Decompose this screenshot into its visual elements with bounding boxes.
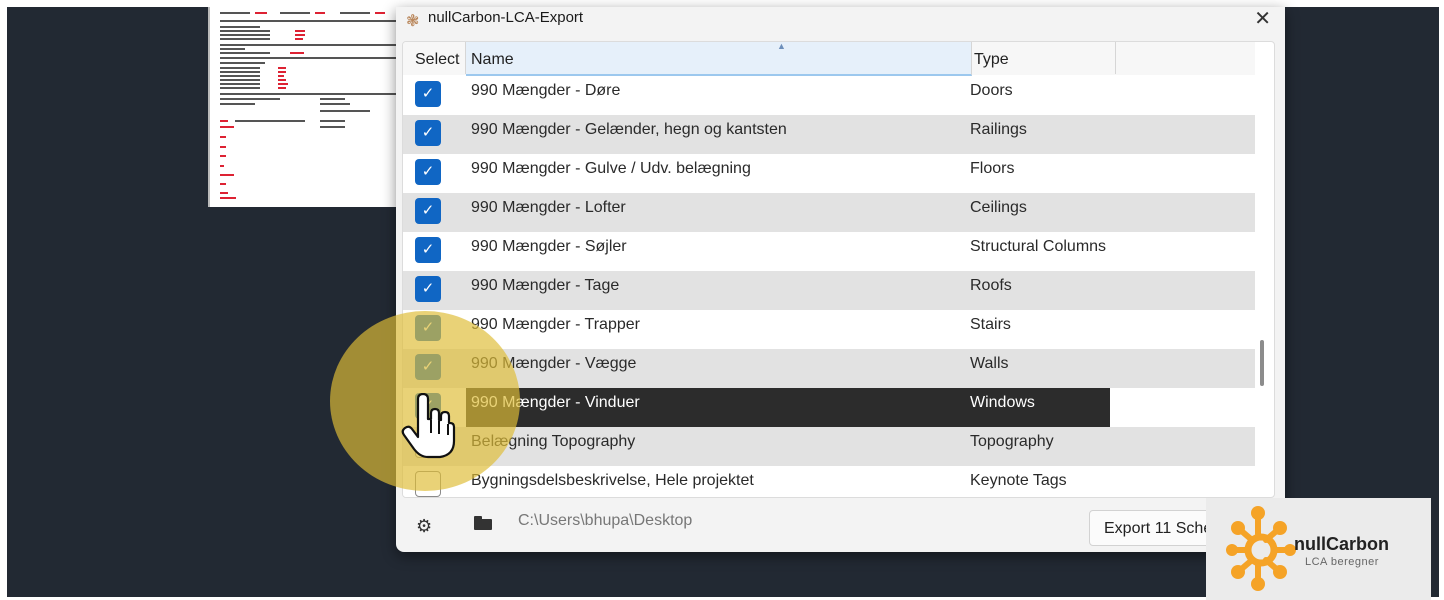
select-checkbox[interactable]: ✓ xyxy=(415,198,441,224)
table-row[interactable]: ✓ 990 Mængder - Gelænder, hegn og kantst… xyxy=(403,115,1255,154)
background-document-thumbnail xyxy=(208,7,400,207)
select-checkbox[interactable]: ✓ xyxy=(415,276,441,302)
select-checkbox[interactable]: ✓ xyxy=(415,81,441,107)
schedule-type: Ceilings xyxy=(970,199,1027,216)
schedule-name: Belægning Topography xyxy=(471,433,636,450)
schedules-table: Select ▲ Name Type ✓ 990 Mængder - Døre … xyxy=(402,41,1275,498)
schedule-type: Topography xyxy=(970,433,1054,450)
export-dialog: ❃ nullCarbon-LCA-Export ✕ Select ▲ Name … xyxy=(396,7,1285,552)
schedule-name: 990 Mængder - Tage xyxy=(471,277,620,294)
column-header-name-label: Name xyxy=(471,51,514,68)
title-bar: ❃ nullCarbon-LCA-Export ✕ xyxy=(396,7,1285,41)
schedule-type: Structural Columns xyxy=(970,238,1107,255)
table-row[interactable]: ✓ 990 Mængder - Søjler Structural Column… xyxy=(403,232,1255,271)
folder-icon[interactable] xyxy=(474,516,492,530)
table-row[interactable]: ✓ 990 Mængder - Døre Doors xyxy=(403,76,1255,115)
brand-tagline: LCA beregner xyxy=(1305,556,1379,568)
column-header-type[interactable]: Type xyxy=(969,42,1116,74)
select-checkbox[interactable] xyxy=(415,432,441,458)
folder-icon-body xyxy=(474,519,492,530)
table-row[interactable]: ✓ 990 Mængder - Tage Roofs xyxy=(403,271,1255,310)
select-checkbox[interactable]: ✓ xyxy=(415,315,441,341)
schedule-name: 990 Mængder - Trapper xyxy=(471,316,640,333)
table-row[interactable]: Bygningsdelsbeskrivelse, Hele projektet … xyxy=(403,466,1255,497)
app-icon: ❃ xyxy=(406,13,420,30)
select-checkbox[interactable]: ✓ xyxy=(415,393,441,419)
table-row[interactable]: ✓ 990 Mængder - Vægge Walls xyxy=(403,349,1255,388)
nullcarbon-logo: nullCarbon LCA beregner xyxy=(1206,498,1431,600)
table-row[interactable]: ✓ 990 Mængder - Lofter Ceilings xyxy=(403,193,1255,232)
select-checkbox[interactable]: ✓ xyxy=(415,159,441,185)
table-row[interactable]: Belægning Topography Topography xyxy=(403,427,1255,466)
schedule-name: 990 Mængder - Vinduer xyxy=(471,394,640,411)
schedule-name: 990 Mængder - Søjler xyxy=(471,238,627,255)
dialog-footer: ⚙ C:\Users\bhupa\Desktop Export 11 Sched… xyxy=(396,502,1285,552)
table-row[interactable]: ✓ 990 Mængder - Trapper Stairs xyxy=(403,310,1255,349)
window-title: nullCarbon-LCA-Export xyxy=(428,9,584,26)
table-header: Select ▲ Name Type xyxy=(403,42,1255,76)
select-checkbox[interactable]: ✓ xyxy=(415,120,441,146)
column-header-name[interactable]: ▲ Name xyxy=(466,42,972,76)
brand-name: nullCarbon xyxy=(1294,534,1389,554)
schedule-name: 990 Mængder - Gulve / Udv. belægning xyxy=(471,160,751,177)
close-button[interactable]: ✕ xyxy=(1254,6,1271,31)
table-row[interactable]: ✓ 990 Mængder - Gulve / Udv. belægning F… xyxy=(403,154,1255,193)
schedule-type: Railings xyxy=(970,121,1027,138)
schedule-name: 990 Mængder - Lofter xyxy=(471,199,626,216)
select-checkbox[interactable]: ✓ xyxy=(415,237,441,263)
schedule-type: Floors xyxy=(970,160,1015,177)
export-path: C:\Users\bhupa\Desktop xyxy=(518,512,693,529)
schedule-name: 990 Mængder - Gelænder, hegn og kantsten xyxy=(471,121,787,138)
schedule-type: Doors xyxy=(970,82,1013,99)
schedule-type: Roofs xyxy=(970,277,1012,294)
schedule-type: Walls xyxy=(970,355,1009,372)
schedule-name: 990 Mængder - Døre xyxy=(471,82,621,99)
schedule-type: Windows xyxy=(970,394,1035,411)
table-row-selected[interactable]: ✓ 990 Mængder - Vinduer Windows xyxy=(403,388,1255,427)
schedule-type: Stairs xyxy=(970,316,1011,333)
gear-icon[interactable]: ⚙ xyxy=(416,516,432,537)
column-header-select[interactable]: Select xyxy=(415,42,466,74)
schedule-type: Keynote Tags xyxy=(970,472,1067,489)
select-checkbox[interactable] xyxy=(415,471,441,497)
schedule-name: Bygningsdelsbeskrivelse, Hele projektet xyxy=(471,472,754,489)
sort-ascending-icon: ▲ xyxy=(777,41,786,51)
schedule-name: 990 Mængder - Vægge xyxy=(471,355,637,372)
select-checkbox[interactable]: ✓ xyxy=(415,354,441,380)
vertical-scrollbar[interactable] xyxy=(1260,340,1264,386)
